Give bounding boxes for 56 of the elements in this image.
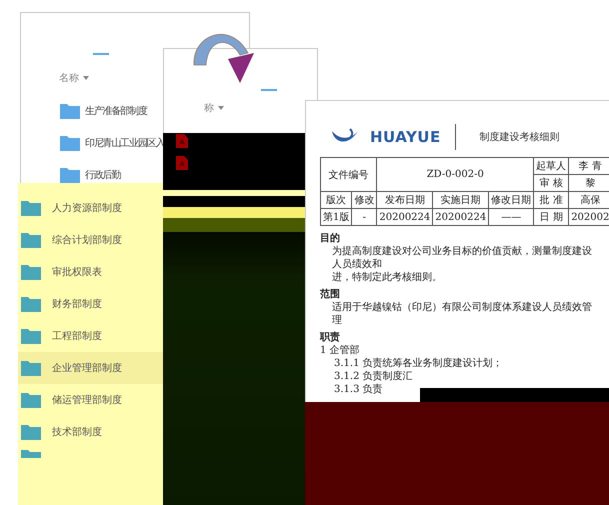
paragraph: 为提高制度建设对公司业务目标的价值贡献，测量制度建设人员绩效和 (331, 245, 593, 271)
table-cell: 审 核 (534, 174, 569, 192)
paragraph: 1 企管部 (320, 344, 361, 357)
table-cell: 修改 (352, 192, 377, 208)
folder-row[interactable]: 人力资源部制度 (18, 192, 163, 224)
list-item: 3.1.1 负责统筹各业务制度建设计划； (333, 357, 504, 370)
folder-icon (20, 263, 42, 281)
folder-icon (20, 391, 42, 409)
folder-row[interactable]: 技术部制度 (18, 416, 163, 448)
paragraph: 进，特制定此考核细则。 (331, 271, 443, 284)
table-cell: 起草人 (534, 158, 569, 174)
folder-icon (20, 359, 42, 377)
column-header[interactable]: 称 (204, 101, 214, 115)
section-heading: 范围 (320, 288, 341, 301)
table-cell: 修改日期 (488, 192, 534, 208)
folder-row[interactable]: 综合计划部制度 (18, 224, 163, 256)
column-header[interactable]: 名称 (59, 71, 79, 85)
table-cell: —— (488, 208, 534, 226)
table-cell: 高保 (568, 192, 609, 208)
sort-caret-icon[interactable] (83, 76, 89, 80)
table-cell: 发布日期 (376, 192, 433, 208)
table-cell: 日 期 (534, 208, 569, 226)
table-cell: 20200224 (432, 208, 489, 226)
folder-row[interactable]: 审批权限表 (18, 256, 163, 288)
folder-row[interactable]: 企业管理部制度 (18, 352, 163, 384)
table-cell: 版次 (320, 192, 352, 208)
document-title: 制度建设考核细则 (480, 130, 560, 144)
folder-row[interactable]: 储运管理部制度 (18, 384, 163, 416)
list-item: 3.1.3 负责 (333, 383, 384, 396)
folder-icon (20, 199, 42, 217)
section-heading: 目的 (320, 232, 341, 245)
folder-row[interactable]: 财务部制度 (18, 288, 163, 320)
table-cell: ZD-0-002-0 (376, 158, 534, 192)
section-heading: 职责 (320, 331, 341, 344)
table-cell: 批 准 (534, 192, 569, 208)
folder-icon (20, 295, 42, 313)
folder-icon (20, 327, 42, 345)
paragraph: 适用于华越镍钴（印尼）有限公司制度体系建设人员绩效管理 (331, 301, 593, 327)
list-item: 3.1.2 负责制度汇 (333, 370, 414, 383)
pdf-file-icon (176, 134, 188, 148)
folder-icon (20, 231, 42, 249)
sort-caret-icon[interactable] (218, 106, 224, 110)
folder-icon (59, 134, 81, 152)
table-cell: 第1版 (320, 208, 352, 226)
folder-name[interactable]: 生产准备部制度 (85, 104, 147, 118)
folder-icon (59, 102, 81, 120)
folder-name[interactable]: 行政后勤 (85, 168, 120, 182)
table-cell: 实施日期 (432, 192, 489, 208)
table-cell: 李 青 (568, 158, 609, 174)
folder-icon (20, 423, 42, 441)
table-cell: 20200224 (376, 208, 433, 226)
table-cell: 文件编号 (320, 158, 377, 192)
table-cell: - (352, 208, 377, 226)
folder-row[interactable]: 工程部制度 (18, 320, 163, 352)
company-logo-text: HUAYUE (370, 128, 441, 146)
pdf-file-icon (176, 156, 188, 170)
